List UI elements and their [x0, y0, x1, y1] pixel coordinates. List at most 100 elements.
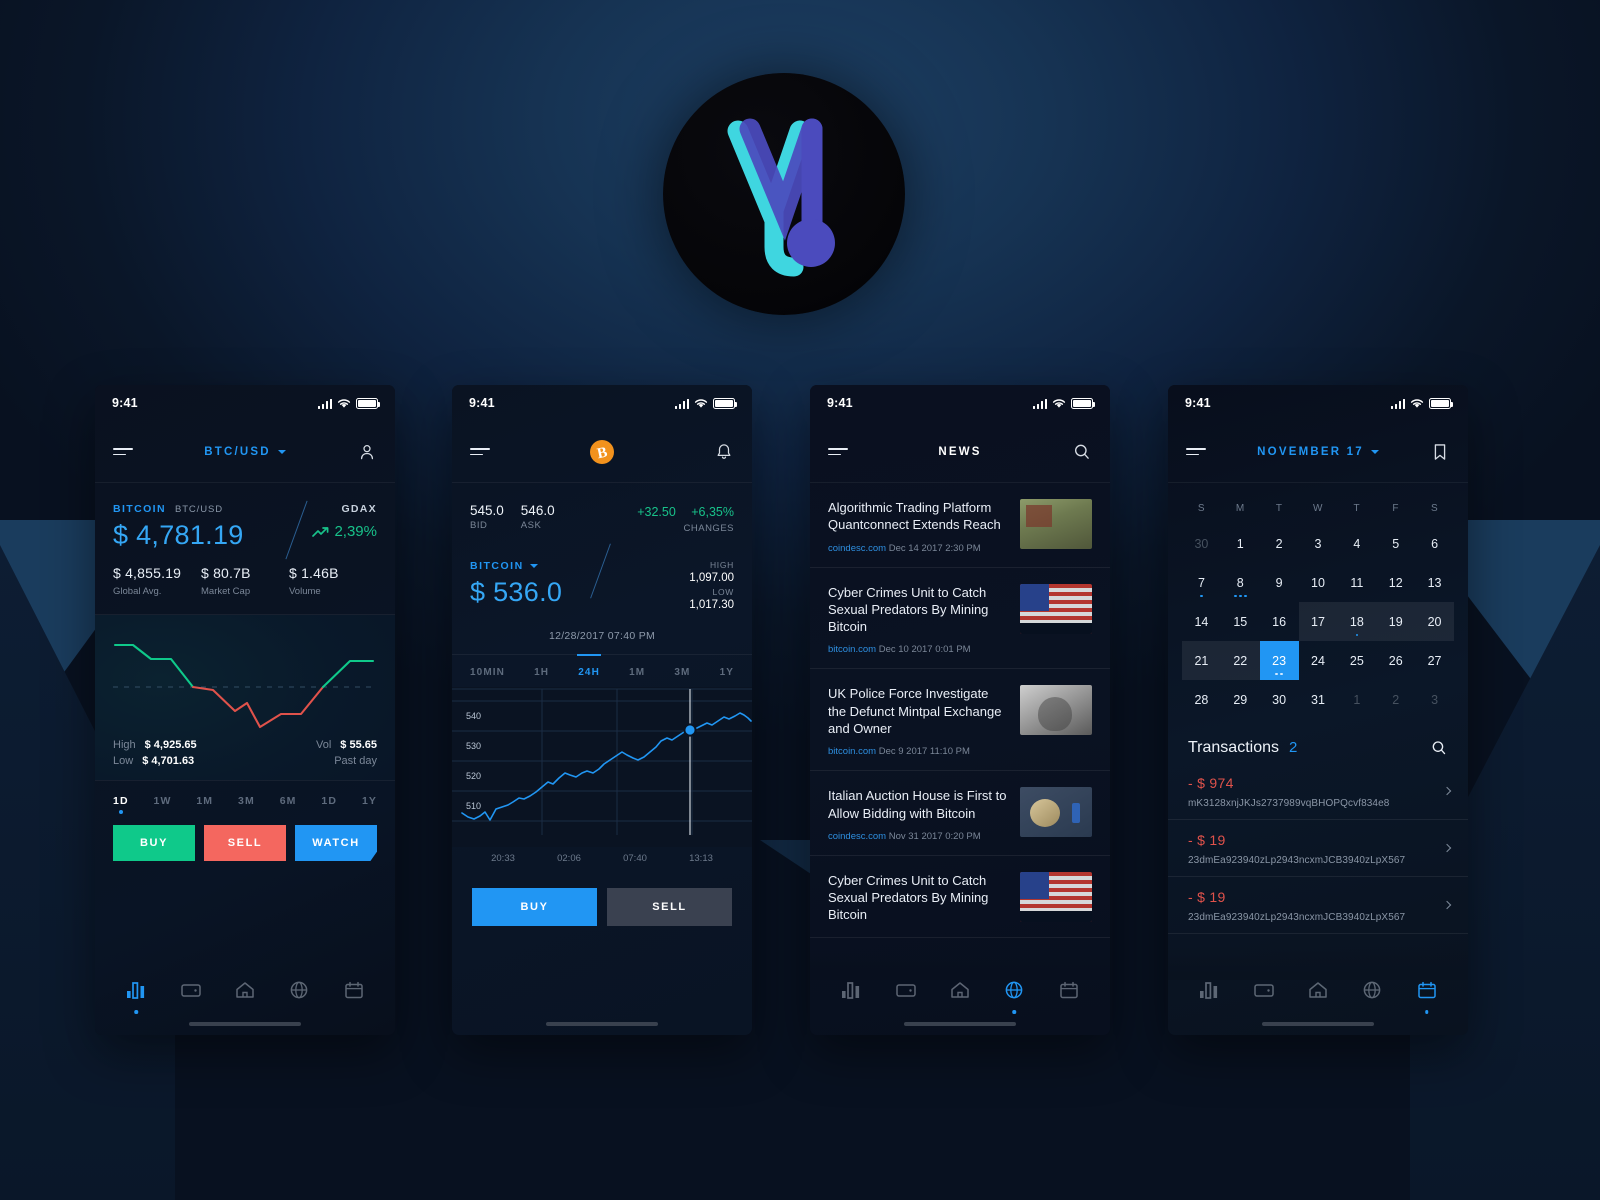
period-10min[interactable]: 10MIN	[470, 667, 505, 678]
calendar-day[interactable]: 26	[1376, 641, 1415, 680]
calendar-day[interactable]: 2	[1376, 680, 1415, 719]
transaction-row[interactable]: - $ 19 23dmEa923940zLp2943ncxmJCB3940zLp…	[1168, 877, 1468, 934]
calendar-day[interactable]: 9	[1260, 563, 1299, 602]
bitcoin-icon[interactable]: B	[589, 439, 615, 465]
sell-button[interactable]: SELL	[607, 887, 732, 926]
tab-home[interactable]	[1307, 980, 1329, 1005]
period-1m[interactable]: 1M	[196, 795, 213, 807]
calendar-day[interactable]: 30	[1182, 524, 1221, 563]
period-1y[interactable]: 1Y	[362, 795, 377, 807]
news-item[interactable]: UK Police Force Investigate the Defunct …	[810, 669, 1110, 772]
calendar-day[interactable]: 3	[1415, 680, 1454, 719]
stats-row: $ 4,855.19 Global Avg. $ 80.7B Market Ca…	[95, 551, 395, 614]
tab-chart[interactable]	[840, 980, 862, 1005]
period-1y[interactable]: 1Y	[720, 667, 734, 678]
tab-home[interactable]	[234, 980, 256, 1005]
sell-button[interactable]: SELL	[204, 825, 286, 861]
period-3m[interactable]: 3M	[674, 667, 690, 678]
pair-selector[interactable]: BTC/USD	[204, 446, 286, 458]
calendar-day[interactable]: 31	[1299, 680, 1338, 719]
bell-icon[interactable]	[714, 442, 734, 462]
calendar-day[interactable]: 20	[1415, 602, 1454, 641]
tab-wallet[interactable]	[1253, 980, 1275, 1005]
calendar-day[interactable]: 2	[1260, 524, 1299, 563]
calendar-day[interactable]: 7	[1182, 563, 1221, 602]
period-1d[interactable]: 1D	[113, 795, 129, 807]
calendar-day[interactable]: 18	[1337, 602, 1377, 641]
hamburger-icon[interactable]	[1186, 447, 1206, 456]
news-item[interactable]: Cyber Crimes Unit to Catch Sexual Predat…	[810, 856, 1110, 938]
calendar-day[interactable]: 21	[1182, 641, 1221, 680]
hamburger-icon[interactable]	[470, 447, 490, 456]
search-icon[interactable]	[1072, 442, 1092, 462]
calendar-day[interactable]: 28	[1182, 680, 1221, 719]
calendar-day[interactable]: 19	[1376, 602, 1416, 641]
buy-button[interactable]: BUY	[113, 825, 195, 861]
calendar-day[interactable]: 3	[1299, 524, 1338, 563]
period-1m[interactable]: 1M	[629, 667, 645, 678]
calendar-day[interactable]: 13	[1415, 563, 1454, 602]
period-24h[interactable]: 24H	[578, 667, 600, 678]
calendar-day[interactable]: 24	[1299, 641, 1338, 680]
search-icon[interactable]	[1430, 739, 1448, 757]
calendar-day[interactable]: 12	[1376, 563, 1415, 602]
calendar-day[interactable]: 10	[1299, 563, 1338, 602]
period-3m[interactable]: 3M	[238, 795, 255, 807]
calendar-day[interactable]: 6	[1415, 524, 1454, 563]
buy-button[interactable]: BUY	[472, 887, 597, 926]
tab-calendar[interactable]	[1058, 980, 1080, 1005]
news-source[interactable]: coindesc.com	[828, 543, 886, 554]
news-source[interactable]: bitcoin.com	[828, 746, 876, 757]
watch-button[interactable]: WATCH	[295, 825, 377, 861]
calendar-day[interactable]: 8	[1221, 563, 1260, 602]
period-6m[interactable]: 6M	[280, 795, 297, 807]
calendar-day[interactable]: 4	[1337, 524, 1376, 563]
hamburger-icon[interactable]	[113, 447, 133, 456]
calendar-day[interactable]: 5	[1376, 524, 1415, 563]
calendar-day[interactable]: 11	[1337, 563, 1376, 602]
news-item[interactable]: Algorithmic Trading Platform Quantconnec…	[810, 483, 1110, 568]
calendar-day[interactable]: 30	[1260, 680, 1299, 719]
calendar-day[interactable]: 1	[1337, 680, 1376, 719]
tab-globe[interactable]	[288, 980, 310, 1005]
period-1h[interactable]: 1H	[534, 667, 549, 678]
transaction-row[interactable]: - $ 974 mK3128xnjJKJs2737989vqBHOPQcvf83…	[1168, 763, 1468, 820]
event-dots	[1200, 594, 1203, 597]
tab-wallet[interactable]	[180, 980, 202, 1005]
dow-f: F	[1392, 503, 1400, 514]
tab-globe[interactable]	[1003, 980, 1025, 1005]
transaction-row[interactable]: - $ 19 23dmEa923940zLp2943ncxmJCB3940zLp…	[1168, 820, 1468, 877]
home-icon	[236, 981, 254, 998]
calendar-day[interactable]: 25	[1337, 641, 1376, 680]
tab-calendar[interactable]	[1416, 980, 1438, 1005]
tab-wallet[interactable]	[895, 980, 917, 1005]
calendar-day[interactable]: 14	[1182, 602, 1221, 641]
news-source[interactable]: coindesc.com	[828, 831, 886, 842]
news-item[interactable]: Italian Auction House is First to Allow …	[810, 771, 1110, 856]
user-icon[interactable]	[357, 442, 377, 462]
calendar-day[interactable]: 17	[1298, 602, 1338, 641]
news-source[interactable]: bitcoin.com	[828, 644, 876, 655]
calendar-day[interactable]: 16	[1260, 602, 1299, 641]
month-label: NOVEMBER 17	[1257, 445, 1364, 458]
tab-globe[interactable]	[1361, 980, 1383, 1005]
calendar-day[interactable]: 27	[1415, 641, 1454, 680]
asset-selector[interactable]: BITCOIN	[470, 560, 562, 572]
hamburger-icon[interactable]	[828, 447, 848, 456]
period-1w[interactable]: 1W	[154, 795, 172, 807]
calendar-day[interactable]: 1	[1221, 524, 1260, 563]
calendar-day[interactable]: 29	[1221, 680, 1260, 719]
calendar-day-selected[interactable]: 23	[1259, 641, 1299, 680]
month-selector[interactable]: NOVEMBER 17	[1257, 446, 1379, 458]
calendar-day[interactable]: 22	[1220, 641, 1260, 680]
tab-home[interactable]	[949, 980, 971, 1005]
bookmark-icon[interactable]	[1430, 442, 1450, 462]
changes-block: +32.50 +6,35% CHANGES	[626, 503, 734, 534]
tab-calendar[interactable]	[343, 980, 365, 1005]
tab-chart[interactable]	[1198, 980, 1220, 1005]
calendar-day[interactable]: 15	[1221, 602, 1260, 641]
news-item[interactable]: Cyber Crimes Unit to Catch Sexual Predat…	[810, 568, 1110, 670]
tab-chart[interactable]	[125, 980, 147, 1005]
ask-value: 546.0	[520, 503, 555, 518]
period-1d-alt[interactable]: 1D	[321, 795, 337, 807]
